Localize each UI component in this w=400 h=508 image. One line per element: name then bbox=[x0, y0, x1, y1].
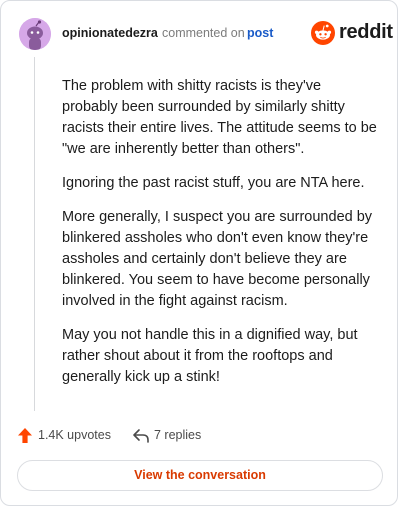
reply-count[interactable]: 7 replies bbox=[154, 428, 201, 442]
comment-actions: 1.4K upvotes 7 replies bbox=[17, 425, 387, 447]
reddit-wordmark[interactable]: reddit bbox=[339, 21, 393, 44]
thread-line bbox=[34, 57, 35, 411]
user-avatar[interactable] bbox=[19, 18, 51, 50]
comment-paragraph: The problem with shitty racists is they'… bbox=[62, 78, 377, 157]
comment-card: opinionatedezra commented on post reddit… bbox=[0, 0, 398, 506]
reddit-logo-icon[interactable] bbox=[311, 21, 335, 45]
snoo-avatar-icon bbox=[19, 18, 51, 50]
view-conversation-button[interactable]: View the conversation bbox=[17, 460, 383, 491]
commented-on-text: commented on bbox=[162, 26, 245, 40]
comment-paragraph: Ignoring the past racist stuff, you are … bbox=[62, 175, 365, 191]
post-link[interactable]: post bbox=[247, 26, 273, 40]
comment-body: The problem with shitty racists is they'… bbox=[62, 76, 378, 401]
comment-paragraph: May you not handle this in a dignified w… bbox=[62, 327, 358, 385]
upvote-arrow-icon[interactable] bbox=[17, 427, 33, 444]
upvote-count[interactable]: 1.4K upvotes bbox=[38, 428, 111, 442]
reply-arrow-icon[interactable] bbox=[132, 427, 150, 444]
comment-header: opinionatedezra commented on post reddit bbox=[1, 1, 399, 65]
comment-paragraph: More generally, I suspect you are surrou… bbox=[62, 209, 373, 309]
comment-username[interactable]: opinionatedezra bbox=[62, 26, 158, 40]
